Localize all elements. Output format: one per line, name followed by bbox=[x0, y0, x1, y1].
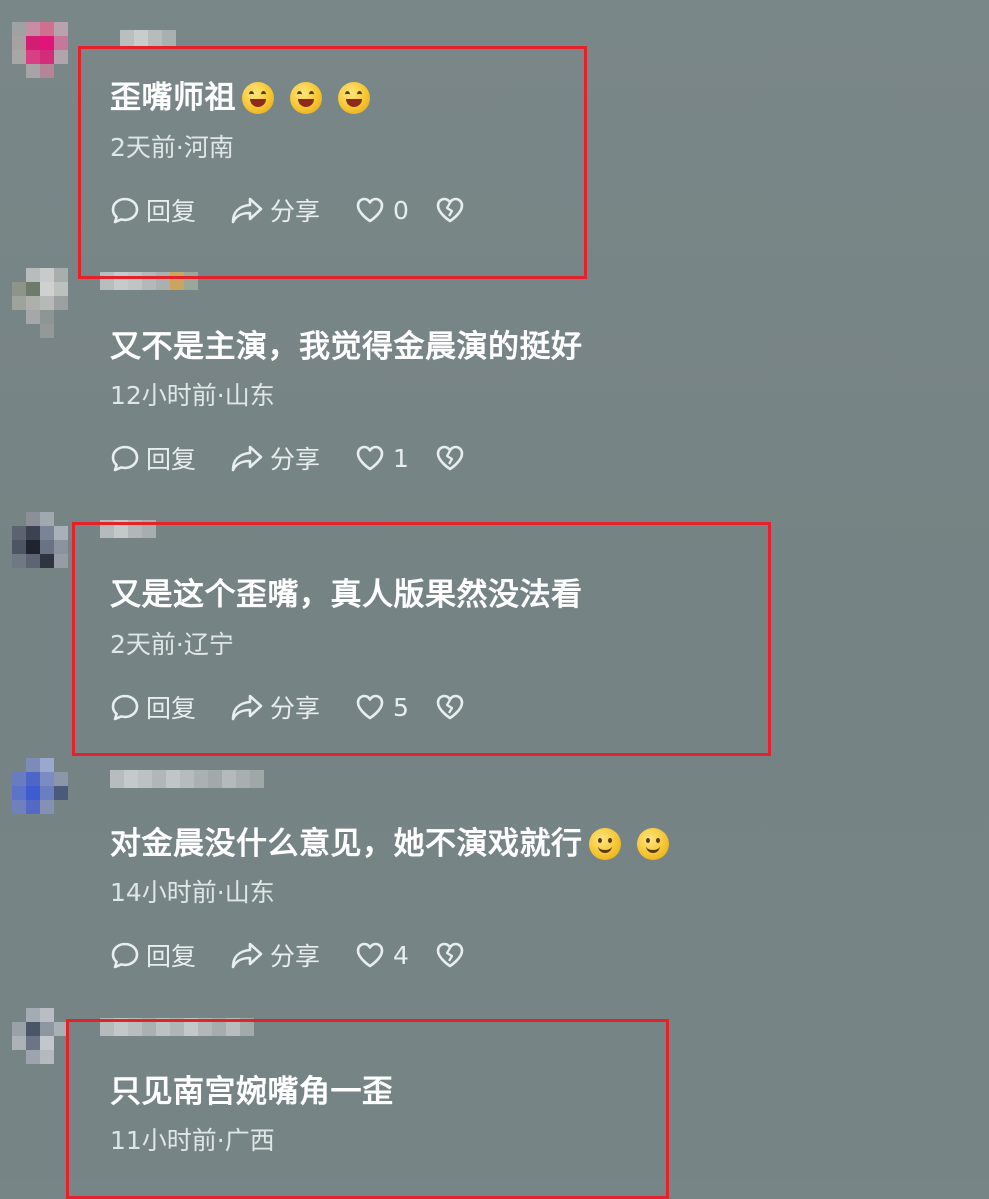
comment-bubble-icon bbox=[111, 694, 139, 721]
grinning-emoji-icon bbox=[338, 82, 370, 114]
dislike-button[interactable] bbox=[435, 941, 475, 969]
comment-list: 歪嘴师祖 2天前·河南 回复 分享 0 又不是主演，我觉得金晨演的挺好 12小时… bbox=[0, 0, 989, 1199]
broken-heart-icon bbox=[436, 942, 464, 968]
grinning-emoji-icon bbox=[242, 82, 274, 114]
reply-button[interactable]: 回复 bbox=[110, 937, 230, 973]
comment-meta: 12小时前·山东 bbox=[110, 381, 275, 410]
dislike-button[interactable] bbox=[435, 693, 475, 721]
broken-heart-icon bbox=[436, 694, 464, 720]
reply-label: 回复 bbox=[146, 445, 197, 474]
comment-actions: 回复 分享 4 bbox=[110, 938, 475, 972]
like-button[interactable]: 0 bbox=[355, 196, 435, 225]
comment-meta: 14小时前·山东 bbox=[110, 878, 275, 907]
avatar[interactable] bbox=[12, 22, 98, 106]
comment-text: 对金晨没什么意见，她不演戏就行 bbox=[110, 824, 685, 866]
like-count: 0 bbox=[393, 195, 409, 225]
comment-text: 又不是主演，我觉得金晨演的挺好 bbox=[110, 329, 583, 365]
reply-label: 回复 bbox=[146, 197, 197, 226]
comment-text: 又是这个歪嘴，真人版果然没法看 bbox=[110, 577, 583, 613]
reply-button[interactable]: 回复 bbox=[110, 440, 230, 476]
comment-bubble-icon bbox=[111, 445, 139, 472]
broken-heart-icon bbox=[436, 197, 464, 223]
share-button[interactable]: 分享 bbox=[230, 192, 355, 228]
comment-actions: 回复 分享 5 bbox=[110, 690, 475, 724]
share-arrow-icon bbox=[231, 445, 263, 472]
broken-heart-icon bbox=[436, 445, 464, 471]
share-label: 分享 bbox=[270, 445, 321, 474]
share-button[interactable]: 分享 bbox=[230, 440, 355, 476]
reply-label: 回复 bbox=[146, 942, 197, 971]
comment-bubble-icon bbox=[111, 942, 139, 969]
share-label: 分享 bbox=[270, 942, 321, 971]
comment-meta: 2天前·河南 bbox=[110, 133, 234, 162]
like-count: 1 bbox=[393, 443, 409, 473]
like-button[interactable]: 1 bbox=[355, 444, 435, 473]
username-blurred[interactable] bbox=[100, 770, 270, 788]
grinning-emoji-icon bbox=[290, 82, 322, 114]
emoji-group bbox=[588, 826, 685, 866]
username-blurred[interactable] bbox=[100, 30, 270, 48]
comment-text: 只见南宫婉嘴角一歪 bbox=[110, 1074, 394, 1110]
like-button[interactable]: 4 bbox=[355, 941, 435, 970]
heart-outline-icon bbox=[356, 197, 384, 223]
username-blurred[interactable] bbox=[100, 520, 270, 538]
share-arrow-icon bbox=[231, 942, 263, 969]
avatar[interactable] bbox=[12, 1008, 98, 1092]
like-count: 4 bbox=[393, 940, 409, 970]
heart-outline-icon bbox=[356, 445, 384, 471]
share-button[interactable]: 分享 bbox=[230, 937, 355, 973]
username-blurred[interactable] bbox=[100, 1018, 270, 1036]
reply-button[interactable]: 回复 bbox=[110, 689, 230, 725]
comment-text: 歪嘴师祖 bbox=[110, 78, 386, 120]
heart-outline-icon bbox=[356, 694, 384, 720]
dislike-button[interactable] bbox=[435, 444, 475, 472]
dislike-button[interactable] bbox=[435, 196, 475, 224]
reply-button[interactable]: 回复 bbox=[110, 192, 230, 228]
comment-actions: 回复 分享 1 bbox=[110, 441, 475, 475]
comment-bubble-icon bbox=[111, 197, 139, 224]
comment-meta: 11小时前·广西 bbox=[110, 1126, 275, 1155]
comment-actions: 回复 分享 0 bbox=[110, 193, 475, 227]
comment-text-value: 歪嘴师祖 bbox=[110, 80, 236, 116]
like-count: 5 bbox=[393, 692, 409, 722]
comment-meta: 2天前·辽宁 bbox=[110, 630, 234, 659]
avatar[interactable] bbox=[12, 758, 98, 842]
avatar[interactable] bbox=[12, 268, 98, 352]
reply-label: 回复 bbox=[146, 694, 197, 723]
heart-outline-icon bbox=[356, 942, 384, 968]
avatar[interactable] bbox=[12, 512, 98, 596]
like-button[interactable]: 5 bbox=[355, 693, 435, 722]
smiling-emoji-icon bbox=[588, 828, 621, 860]
share-label: 分享 bbox=[270, 694, 321, 723]
share-arrow-icon bbox=[231, 694, 263, 721]
comment-text-value: 对金晨没什么意见，她不演戏就行 bbox=[110, 826, 583, 862]
smiling-emoji-icon bbox=[636, 828, 669, 860]
share-label: 分享 bbox=[270, 197, 321, 226]
share-arrow-icon bbox=[231, 197, 263, 224]
username-blurred[interactable] bbox=[100, 272, 270, 290]
emoji-group bbox=[242, 80, 386, 120]
share-button[interactable]: 分享 bbox=[230, 689, 355, 725]
